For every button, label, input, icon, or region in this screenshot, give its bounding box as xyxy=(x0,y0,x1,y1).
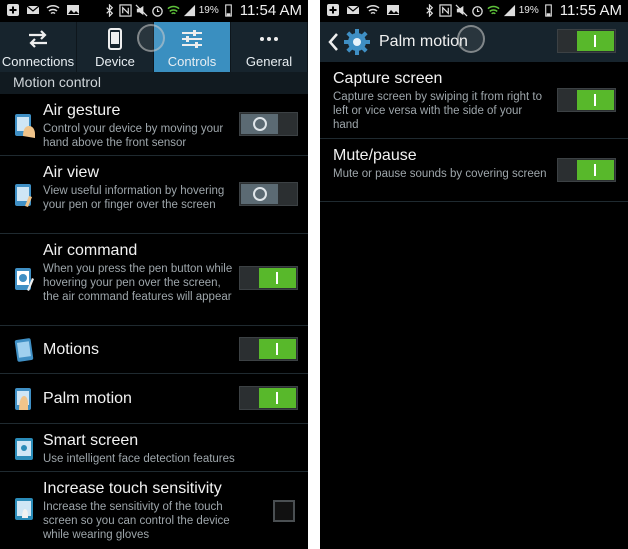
tab-general[interactable]: General xyxy=(231,22,308,72)
palm-motion-toggle[interactable] xyxy=(239,386,298,410)
list-item-air-command[interactable]: Air command When you press the pen butto… xyxy=(0,234,308,326)
tab-label: General xyxy=(245,54,293,69)
tab-label: Device xyxy=(95,54,135,69)
tab-label: Connections xyxy=(1,54,75,69)
item-title: Air gesture xyxy=(43,102,121,119)
phone-icon xyxy=(103,27,127,51)
page-title: Palm motion xyxy=(379,33,468,50)
controls-settings-screen: 19% 11:54 AM Connections Device Controls… xyxy=(0,0,308,549)
palm-motion-screen: 19% 11:55 AM Palm motion Capture screen … xyxy=(320,0,628,549)
section-title: Motion control xyxy=(13,74,101,90)
alarm-icon xyxy=(471,4,484,17)
list-item-touch-sensitivity[interactable]: Increase touch sensitivity Increase the … xyxy=(0,472,308,549)
gallery-icon xyxy=(386,3,400,17)
battery-level: 19% xyxy=(518,5,539,16)
pen-hover-icon xyxy=(13,182,37,208)
wifi-signal-icon xyxy=(487,4,500,17)
tab-controls[interactable]: Controls xyxy=(154,22,231,72)
smart-screen-icon xyxy=(13,436,37,462)
battery-level: 19% xyxy=(198,5,219,16)
email-icon xyxy=(26,3,40,17)
battery-icon xyxy=(222,4,235,17)
clock: 11:54 AM xyxy=(239,2,302,19)
list-item-capture-screen[interactable]: Capture screen Capture screen by swiping… xyxy=(320,62,628,139)
alarm-icon xyxy=(151,4,164,17)
item-description: Increase the sensitivity of the touch sc… xyxy=(43,501,230,541)
list-item-air-gesture[interactable]: Air gesture Control your device by movin… xyxy=(0,94,308,156)
capture-screen-toggle[interactable] xyxy=(557,88,616,112)
pen-command-icon xyxy=(13,266,37,292)
gallery-icon xyxy=(66,3,80,17)
item-description: Use intelligent face detection features xyxy=(43,453,235,465)
item-description: View useful information by hovering your… xyxy=(43,185,225,211)
item-title: Capture screen xyxy=(333,70,443,87)
wifi-icon xyxy=(366,3,380,17)
touch-sensitivity-checkbox[interactable] xyxy=(273,500,295,522)
tab-label: Controls xyxy=(167,54,217,69)
list-item-smart-screen[interactable]: Smart screen Use intelligent face detect… xyxy=(0,424,308,472)
list-item-mute-pause[interactable]: Mute/pause Mute or pause sounds by cover… xyxy=(320,139,628,202)
add-icon xyxy=(326,3,340,17)
add-icon xyxy=(6,3,20,17)
email-icon xyxy=(346,3,360,17)
more-dots-icon xyxy=(257,27,281,51)
sliders-icon xyxy=(180,27,204,51)
air-command-toggle[interactable] xyxy=(239,266,298,290)
item-title: Air view xyxy=(43,164,100,181)
mute-pause-toggle[interactable] xyxy=(557,158,616,182)
item-description: Mute or pause sounds by covering screen xyxy=(333,168,547,180)
wifi-icon xyxy=(46,3,60,17)
battery-icon xyxy=(542,4,555,17)
motions-icon xyxy=(13,337,37,363)
wifi-signal-icon xyxy=(167,4,180,17)
palm-icon xyxy=(13,386,37,412)
nfc-icon xyxy=(119,4,132,17)
item-title: Increase touch sensitivity xyxy=(43,480,222,497)
palm-motion-master-toggle[interactable] xyxy=(557,29,616,53)
mute-icon xyxy=(135,4,148,17)
status-bar: 19% 11:54 AM xyxy=(0,0,308,22)
touch-indicator xyxy=(137,24,165,52)
bluetooth-icon xyxy=(423,4,436,17)
item-title: Palm motion xyxy=(43,389,132,407)
swap-arrows-icon xyxy=(26,27,50,51)
status-bar: 19% 11:55 AM xyxy=(320,0,628,22)
item-description: Control your device by moving your hand … xyxy=(43,123,224,149)
clock: 11:55 AM xyxy=(559,2,622,19)
list-item-palm-motion[interactable]: Palm motion xyxy=(0,374,308,424)
back-chevron-icon[interactable] xyxy=(327,32,339,52)
touch-sensitivity-icon xyxy=(13,496,37,522)
item-title: Mute/pause xyxy=(333,147,417,164)
list-item-motions[interactable]: Motions xyxy=(0,326,308,374)
cell-signal-icon xyxy=(183,4,196,17)
gear-icon xyxy=(343,28,371,56)
item-title: Smart screen xyxy=(43,432,139,449)
item-description: When you press the pen button while hove… xyxy=(43,263,233,303)
hand-gesture-icon xyxy=(13,112,37,138)
air-gesture-toggle[interactable] xyxy=(239,112,298,136)
motions-toggle[interactable] xyxy=(239,337,298,361)
bluetooth-icon xyxy=(103,4,116,17)
section-header: Motion control xyxy=(0,72,308,94)
item-title: Air command xyxy=(43,242,138,259)
mute-icon xyxy=(455,4,468,17)
cell-signal-icon xyxy=(503,4,516,17)
air-view-toggle[interactable] xyxy=(239,182,298,206)
tab-connections[interactable]: Connections xyxy=(0,22,77,72)
item-title: Motions xyxy=(43,340,100,358)
list-item-air-view[interactable]: Air view View useful information by hove… xyxy=(0,156,308,234)
nfc-icon xyxy=(439,4,452,17)
touch-indicator xyxy=(457,25,485,53)
item-description: Capture screen by swiping it from right … xyxy=(333,91,543,131)
